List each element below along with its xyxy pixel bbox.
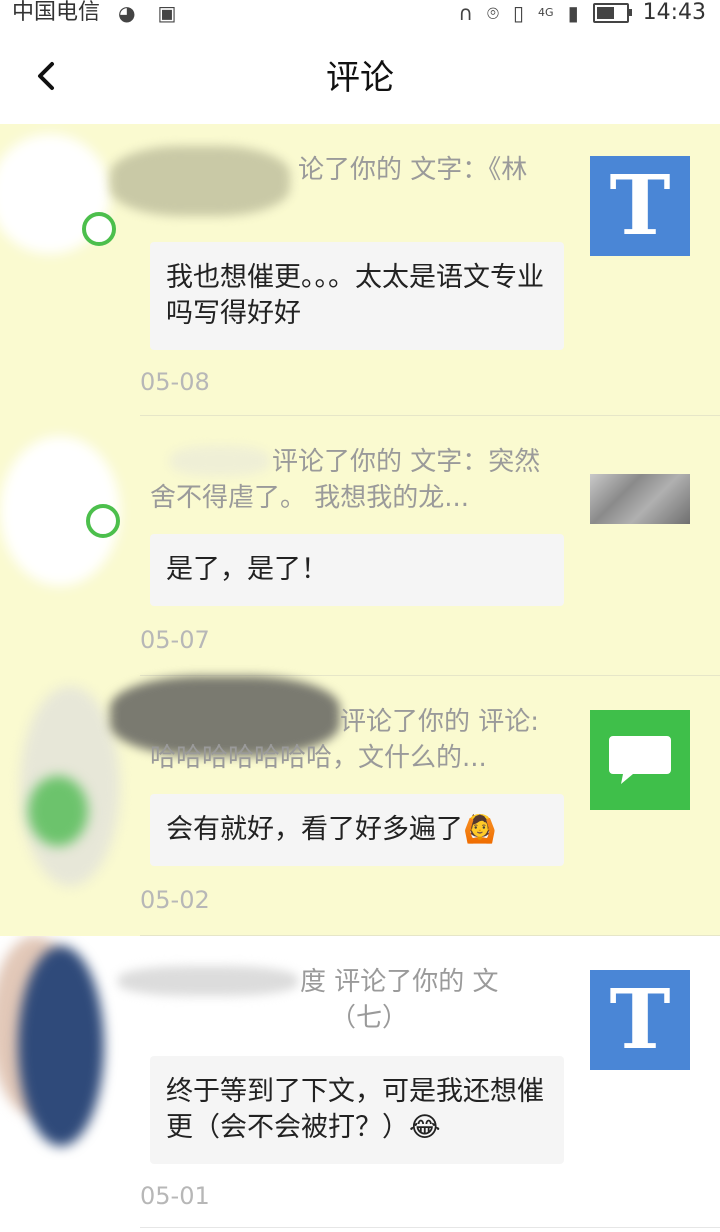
comment-header: 评论了你的 评论: 哈哈哈哈哈哈哈，文什么的...	[150, 707, 540, 773]
comment-date: 05-01	[140, 1182, 210, 1210]
comment-bubble: 会有就好，看了好多遍了🙆	[150, 794, 564, 866]
avatar[interactable]	[0, 416, 140, 676]
chat-bubble-icon	[609, 736, 671, 784]
online-badge-icon	[86, 504, 120, 538]
comment-header: 论了你的 文字：《林	[298, 155, 528, 185]
comment-item[interactable]: 论了你的 文字：《林 我也想催更。。。太太是语文专业吗写得好好 05-08 T	[0, 124, 720, 416]
status-bar: 中国电信 ◕ ▣ ∩ ⌾ ▯ 4G ▮ 14:43	[0, 0, 720, 30]
post-thumbnail[interactable]: T	[590, 970, 690, 1070]
vibrate-icon: ▯	[513, 1, 525, 25]
comment-date: 05-02	[140, 886, 210, 914]
comment-bubble: 是了，是了！	[150, 534, 564, 606]
divider	[140, 1227, 720, 1228]
carrier-label: 中国电信	[12, 0, 101, 25]
comment-item[interactable]: 评论了你的 评论: 哈哈哈哈哈哈哈，文什么的... 会有就好，看了好多遍了🙆 0…	[0, 676, 720, 936]
location-icon: ⌾	[487, 1, 500, 25]
globe-icon: ◕	[118, 1, 136, 25]
network-label: 4G	[538, 6, 554, 19]
text-post-icon: T	[609, 972, 671, 1068]
post-thumbnail[interactable]	[590, 710, 690, 810]
headphones-icon: ∩	[458, 1, 474, 25]
comment-bubble: 终于等到了下文，可是我还想催更（会不会被打？）😂	[150, 1056, 564, 1164]
online-badge-icon	[82, 212, 116, 246]
comment-header: 评论了你的 文字：突然 舍不得虐了。 我想我的龙...	[150, 447, 541, 513]
navbar: 评论	[0, 30, 720, 124]
comment-date: 05-08	[140, 368, 210, 396]
post-thumbnail[interactable]	[590, 474, 690, 524]
comment-date: 05-07	[140, 626, 210, 654]
image-icon: ▣	[157, 1, 177, 25]
comment-header: 度 评论了你的 文 （七）	[300, 967, 499, 1033]
text-post-icon: T	[609, 158, 671, 254]
signal-icon: ▮	[567, 1, 579, 25]
comment-item[interactable]: 度 评论了你的 文 （七） 终于等到了下文，可是我还想催更（会不会被打？）😂 0…	[0, 936, 720, 1228]
post-thumbnail[interactable]: T	[590, 156, 690, 256]
comment-bubble: 我也想催更。。。太太是语文专业吗写得好好	[150, 242, 564, 350]
comment-item[interactable]: 评论了你的 文字：突然 舍不得虐了。 我想我的龙... 是了，是了！ 05-07	[0, 416, 720, 676]
clock: 14:43	[642, 0, 706, 25]
comment-list: 论了你的 文字：《林 我也想催更。。。太太是语文专业吗写得好好 05-08 T …	[0, 124, 720, 1228]
battery-icon	[592, 3, 632, 23]
page-title: 评论	[326, 58, 394, 98]
